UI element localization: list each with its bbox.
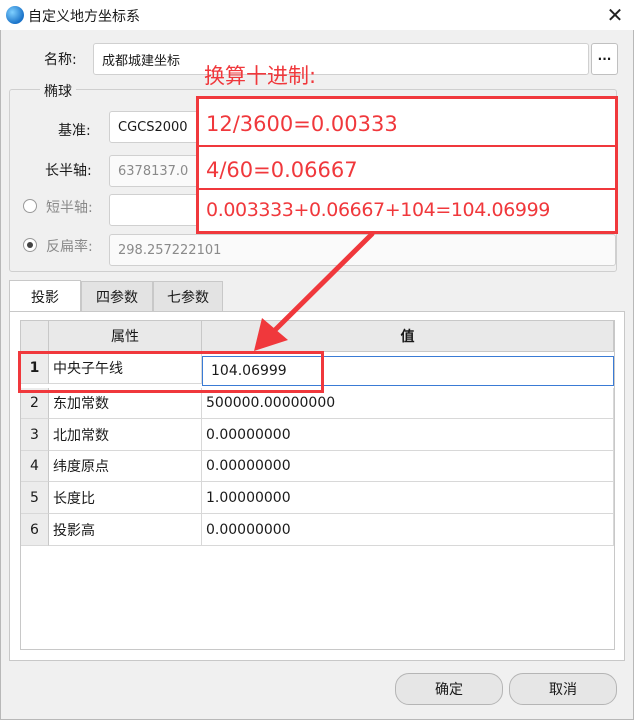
annotation-arrow bbox=[254, 231, 375, 351]
